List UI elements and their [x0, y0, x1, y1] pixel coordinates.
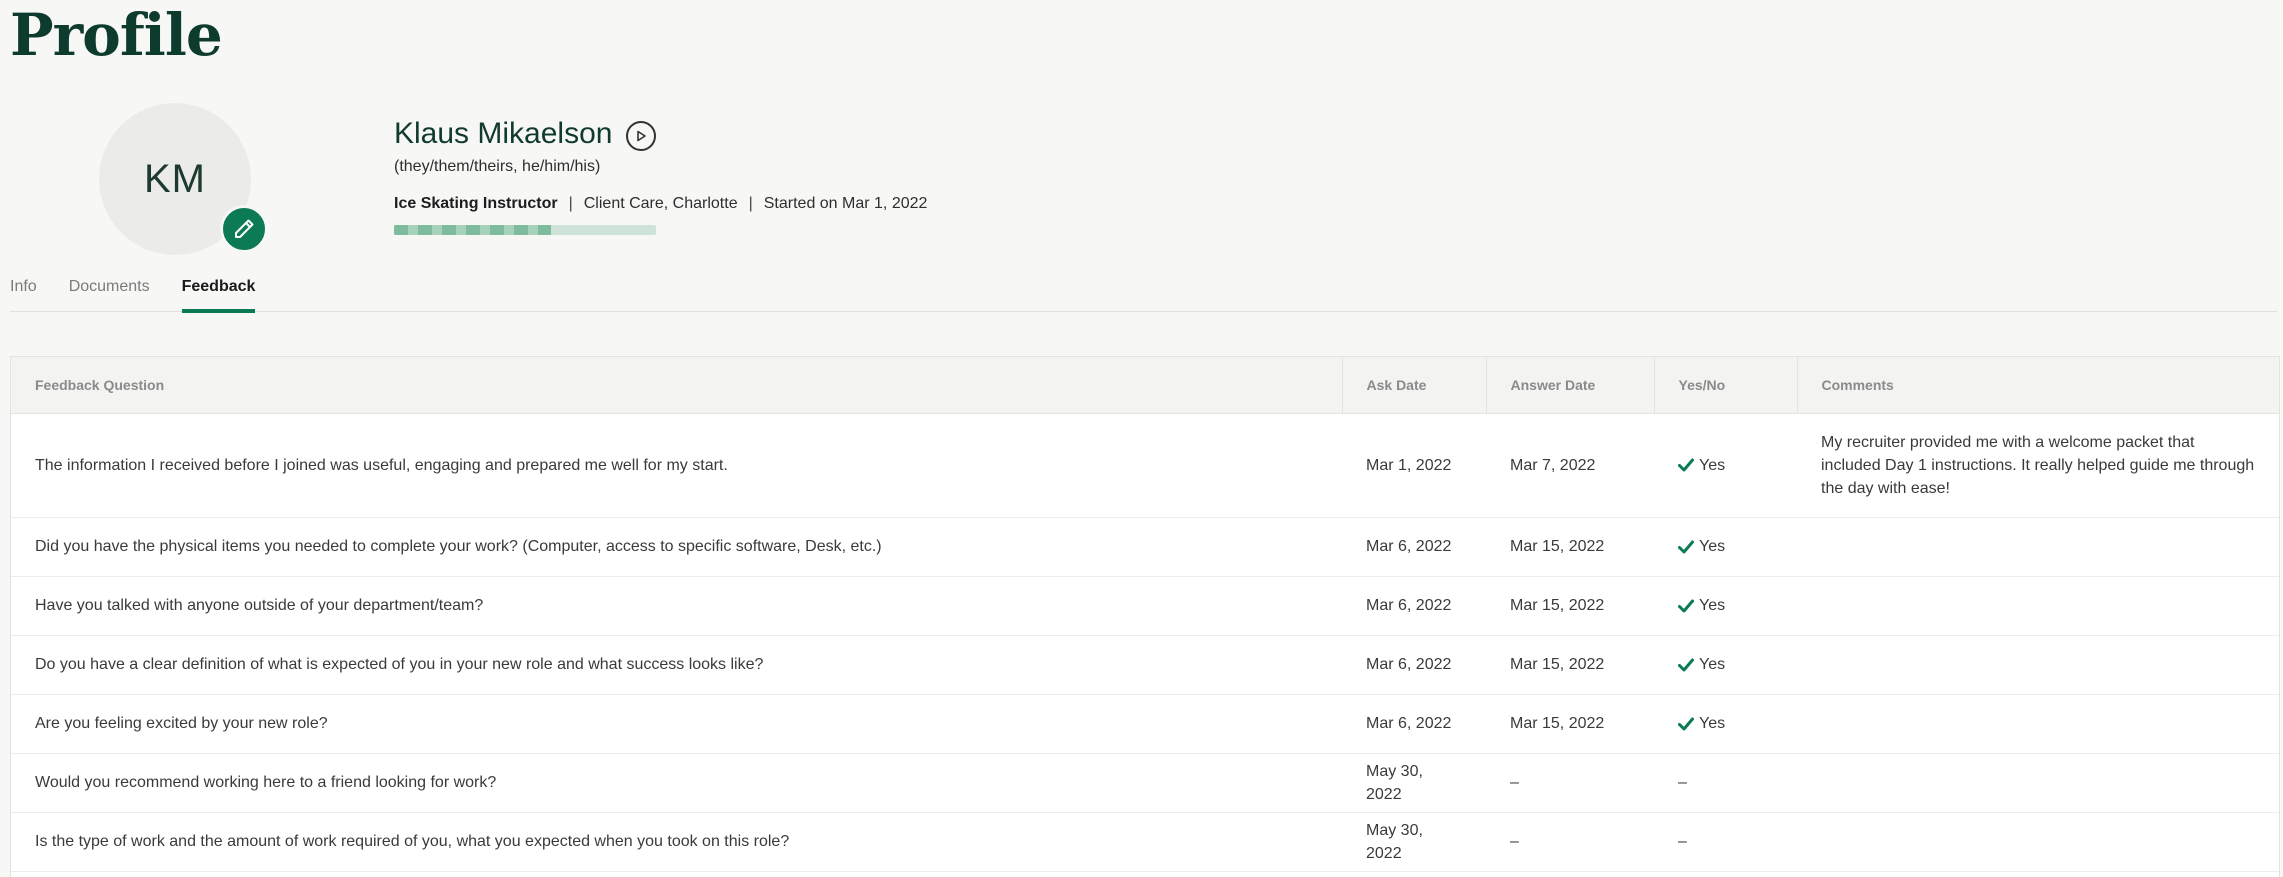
profile-meta: Ice Skating Instructor | Client Care, Ch… [394, 195, 927, 213]
column-header-yes-no: Yes/No [1654, 357, 1798, 414]
table-row: Is the type of work and the amount of wo… [11, 812, 2279, 872]
yes-no-text: Yes [1699, 715, 1726, 732]
ask-date: Mar 6, 2022 [1342, 576, 1486, 636]
pronouns: (they/them/theirs, he/him/his) [394, 158, 601, 175]
feedback-question: Are you feeling excited by your new role… [11, 694, 1342, 754]
yes-no-text: Yes [1699, 597, 1726, 614]
avatar-initials: KM [144, 156, 206, 201]
profile-name: Klaus Mikaelson [394, 117, 613, 150]
feedback-question: Did you have the physical items you need… [11, 517, 1342, 577]
ask-date: Mar 1, 2022 [1342, 413, 1486, 518]
tab-documents[interactable]: Documents [69, 271, 150, 312]
feedback-table: Feedback Question Ask Date Answer Date Y… [11, 357, 2279, 872]
table-row: Do you have a clear definition of what i… [11, 635, 2279, 695]
feedback-question: Is the type of work and the amount of wo… [11, 812, 1342, 872]
feedback-table-card: Feedback Question Ask Date Answer Date Y… [10, 356, 2280, 877]
job-title: Ice Skating Instructor [394, 195, 558, 212]
table-row: The information I received before I join… [11, 413, 2279, 518]
profile-name-row: Klaus Mikaelson [394, 116, 657, 152]
yes-no-value: Yes [1678, 535, 1773, 558]
check-icon [1678, 717, 1694, 730]
pencil-icon [235, 219, 254, 238]
yes-no-value: Yes [1678, 594, 1773, 617]
feedback-table-body: The information I received before I join… [11, 413, 2279, 872]
answer-date: – [1486, 812, 1654, 872]
column-header-answer-date: Answer Date [1486, 357, 1655, 414]
check-icon [1678, 658, 1694, 671]
yes-no-value: Yes [1678, 653, 1773, 676]
comments: My recruiter provided me with a welcome … [1797, 413, 2279, 518]
yes-no-text: Yes [1699, 656, 1726, 673]
ask-date: Mar 6, 2022 [1342, 517, 1486, 577]
separator: | [748, 195, 753, 212]
answer-date: Mar 15, 2022 [1486, 694, 1654, 754]
yes-no-value: – [1678, 830, 1773, 853]
feedback-question: The information I received before I join… [11, 413, 1342, 518]
answer-date: Mar 15, 2022 [1486, 635, 1654, 695]
yes-no-text: – [1678, 833, 1687, 850]
comments [1797, 635, 2279, 695]
answer-date: – [1486, 753, 1654, 813]
onboarding-progress-bar [394, 225, 656, 235]
start-date: Started on Mar 1, 2022 [763, 195, 928, 212]
play-icon [637, 130, 647, 142]
profile-tabs: Info Documents Feedback [10, 271, 2277, 313]
page-title: Profile [10, 1, 223, 69]
ask-date: May 30, 2022 [1342, 753, 1486, 813]
yes-no-value: – [1678, 771, 1773, 794]
yes-no-cell: – [1654, 753, 1797, 813]
check-icon [1678, 540, 1694, 553]
comments [1797, 753, 2279, 813]
play-name-pronunciation-button[interactable] [626, 121, 657, 151]
column-header-comments: Comments [1797, 357, 2279, 414]
yes-no-cell: Yes [1654, 694, 1797, 754]
comments [1797, 694, 2279, 754]
table-row: Did you have the physical items you need… [11, 517, 2279, 577]
yes-no-cell: – [1654, 812, 1797, 872]
answer-date: Mar 7, 2022 [1486, 413, 1654, 518]
answer-date: Mar 15, 2022 [1486, 576, 1654, 636]
yes-no-value: Yes [1678, 712, 1773, 735]
yes-no-cell: Yes [1654, 635, 1797, 695]
yes-no-cell: Yes [1654, 413, 1797, 518]
tab-feedback[interactable]: Feedback [181, 271, 255, 313]
check-icon [1678, 458, 1694, 472]
yes-no-text: Yes [1699, 456, 1726, 474]
feedback-question: Do you have a clear definition of what i… [11, 635, 1342, 695]
edit-profile-button[interactable] [220, 205, 268, 253]
tab-info[interactable]: Info [10, 271, 37, 312]
column-header-question: Feedback Question [11, 357, 1343, 414]
ask-date: May 30, 2022 [1342, 812, 1486, 872]
yes-no-text: – [1678, 774, 1687, 791]
comments [1797, 812, 2279, 872]
feedback-question: Have you talked with anyone outside of y… [11, 576, 1342, 636]
table-row: Are you feeling excited by your new role… [11, 694, 2279, 754]
ask-date: Mar 6, 2022 [1342, 694, 1486, 754]
answer-date: Mar 15, 2022 [1486, 517, 1654, 577]
ask-date: Mar 6, 2022 [1342, 635, 1486, 695]
table-row: Would you recommend working here to a fr… [11, 753, 2279, 813]
onboarding-progress-fill [394, 225, 552, 235]
yes-no-value: Yes [1678, 454, 1773, 477]
department-location: Client Care, Charlotte [583, 195, 738, 212]
yes-no-cell: Yes [1654, 517, 1797, 577]
table-header-row: Feedback Question Ask Date Answer Date Y… [11, 357, 2279, 414]
yes-no-text: Yes [1699, 538, 1726, 555]
separator: | [568, 195, 573, 212]
comments [1797, 576, 2279, 636]
feedback-question: Would you recommend working here to a fr… [11, 753, 1342, 813]
table-row: Have you talked with anyone outside of y… [11, 576, 2279, 636]
check-icon [1678, 599, 1694, 612]
comments [1797, 517, 2279, 577]
column-header-ask-date: Ask Date [1342, 357, 1487, 414]
yes-no-cell: Yes [1654, 576, 1797, 636]
